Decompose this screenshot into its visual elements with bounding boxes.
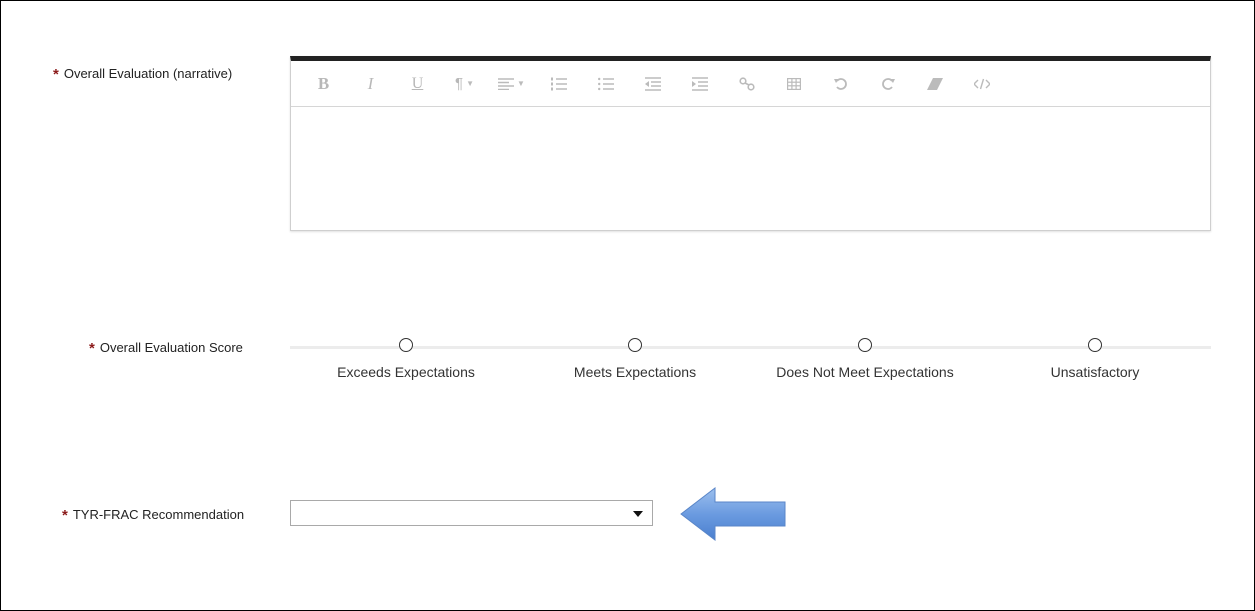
italic-glyph: I [367, 73, 374, 93]
score-option-does-not-meet[interactable]: Does Not Meet Expectations [765, 338, 965, 380]
bold-glyph: B [317, 73, 330, 93]
score-option-meets[interactable]: Meets Expectations [535, 338, 735, 380]
required-marker: * [62, 507, 68, 524]
ordered-list-glyph [550, 77, 567, 90]
table-icon[interactable] [777, 69, 810, 99]
ordered-list-icon[interactable] [542, 69, 575, 99]
score-option-exceeds[interactable]: Exceeds Expectations [306, 338, 506, 380]
table-glyph [786, 77, 801, 90]
radio-button[interactable] [1088, 338, 1102, 352]
undo-glyph [833, 77, 847, 90]
radio-button[interactable] [399, 338, 413, 352]
underline-glyph: U [411, 74, 424, 92]
eraser-icon[interactable] [918, 69, 951, 99]
editor-toolbar: B I U ¶ ▼ ▼ [291, 61, 1210, 107]
chevron-down-icon [633, 511, 643, 517]
outdent-icon[interactable] [636, 69, 669, 99]
radio-label: Unsatisfactory [1050, 364, 1140, 380]
indent-icon[interactable] [683, 69, 716, 99]
redo-glyph [881, 77, 895, 90]
italic-icon[interactable]: I [354, 69, 387, 99]
link-icon[interactable] [730, 69, 763, 99]
eraser-glyph [926, 77, 943, 90]
required-marker: * [53, 66, 59, 83]
radio-button[interactable] [628, 338, 642, 352]
redo-icon[interactable] [871, 69, 904, 99]
score-option-unsatisfactory[interactable]: Unsatisfactory [995, 338, 1195, 380]
radio-label: Exceeds Expectations [337, 364, 475, 380]
narrative-label: * Overall Evaluation (narrative) [53, 65, 233, 83]
code-view-icon[interactable] [965, 69, 998, 99]
narrative-textarea[interactable] [291, 107, 1210, 231]
radio-label: Does Not Meet Expectations [776, 364, 954, 380]
indent-glyph [691, 76, 708, 91]
pointer-arrow-icon [680, 487, 786, 541]
radio-label: Meets Expectations [573, 364, 697, 380]
paragraph-glyph: ¶ [455, 75, 464, 92]
unordered-list-icon[interactable] [589, 69, 622, 99]
chevron-down-icon: ▼ [466, 79, 474, 88]
narrative-label-text: Overall Evaluation (narrative) [63, 66, 233, 81]
recommendation-label: * TYR-FRAC Recommendation [62, 506, 245, 524]
unordered-list-glyph [597, 77, 614, 90]
bold-icon[interactable]: B [307, 69, 340, 99]
recommendation-select[interactable] [290, 500, 653, 526]
form-panel: * Overall Evaluation (narrative) B I U ¶ ▼… [0, 0, 1255, 611]
required-marker: * [89, 340, 95, 357]
radio-button[interactable] [858, 338, 872, 352]
score-label: * Overall Evaluation Score [89, 339, 243, 357]
align-icon[interactable]: ▼ [495, 69, 528, 99]
paragraph-style-icon[interactable]: ¶ ▼ [448, 69, 481, 99]
underline-icon[interactable]: U [401, 69, 434, 99]
code-view-glyph [973, 78, 990, 89]
chevron-down-icon: ▼ [517, 79, 525, 88]
recommendation-label-text: TYR-FRAC Recommendation [72, 507, 245, 522]
undo-icon[interactable] [824, 69, 857, 99]
outdent-glyph [644, 76, 661, 91]
align-glyph [498, 77, 515, 90]
narrative-editor: B I U ¶ ▼ ▼ [290, 56, 1211, 231]
link-glyph [738, 76, 755, 91]
score-label-text: Overall Evaluation Score [99, 340, 243, 355]
